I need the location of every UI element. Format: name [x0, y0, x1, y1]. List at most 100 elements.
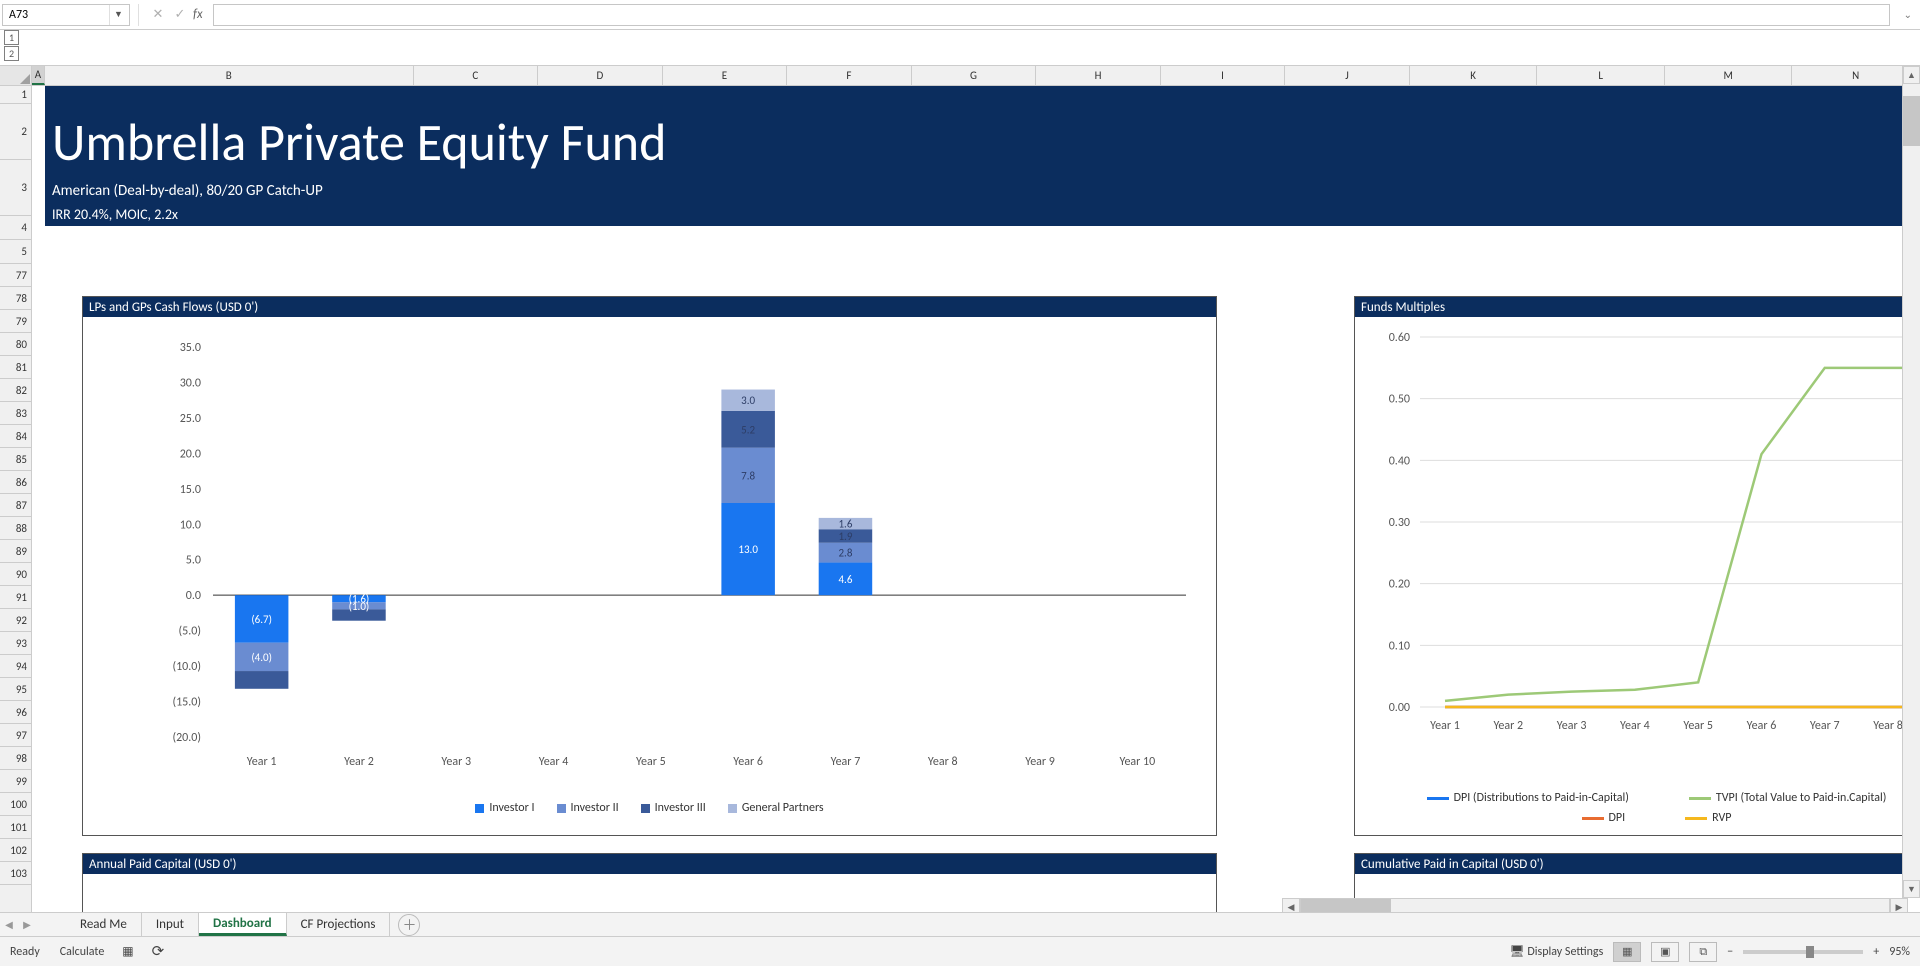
- svg-text:1.6: 1.6: [838, 518, 852, 531]
- macro-record-icon[interactable]: ▦: [122, 944, 133, 959]
- accessibility-icon[interactable]: ⟳: [152, 942, 165, 961]
- column-header-J[interactable]: J: [1285, 66, 1410, 85]
- outline-level-1[interactable]: 1: [4, 30, 19, 45]
- scroll-thumb[interactable]: [1903, 96, 1920, 146]
- row-header-91[interactable]: 91: [0, 586, 31, 609]
- panel-cash-flows[interactable]: LPs and GPs Cash Flows (USD 0') (20.0)(1…: [82, 296, 1217, 836]
- column-header-D[interactable]: D: [538, 66, 663, 85]
- svg-text:Year 5: Year 5: [636, 755, 666, 769]
- status-calculate[interactable]: Calculate: [60, 945, 105, 959]
- row-header-80[interactable]: 80: [0, 333, 31, 356]
- svg-text:(6.7): (6.7): [251, 613, 272, 626]
- legend-item: DPI (Distributions to Paid-in-Capital): [1427, 791, 1629, 805]
- fx-icon[interactable]: fx: [193, 7, 203, 22]
- add-sheet-button[interactable]: ＋: [398, 914, 420, 936]
- svg-text:0.50: 0.50: [1389, 393, 1410, 407]
- panel-funds-multiples[interactable]: Funds Multiples 0.000.100.200.300.400.50…: [1354, 296, 1920, 836]
- scroll-up-icon[interactable]: ▲: [1903, 66, 1920, 84]
- row-header-95[interactable]: 95: [0, 678, 31, 701]
- row-header-1[interactable]: 1: [0, 86, 31, 104]
- column-header-B[interactable]: B: [45, 66, 414, 85]
- row-header-102[interactable]: 102: [0, 839, 31, 862]
- row-header-94[interactable]: 94: [0, 655, 31, 678]
- column-header-L[interactable]: L: [1537, 66, 1665, 85]
- column-header-C[interactable]: C: [414, 66, 539, 85]
- row-header-4[interactable]: 4: [0, 216, 31, 240]
- column-header-F[interactable]: F: [787, 66, 912, 85]
- scroll-down-icon[interactable]: ▼: [1903, 880, 1920, 898]
- worksheet: 1234577787980818283848586878889909192939…: [0, 66, 1920, 932]
- svg-text:0.40: 0.40: [1389, 454, 1410, 468]
- row-header-83[interactable]: 83: [0, 402, 31, 425]
- row-header-90[interactable]: 90: [0, 563, 31, 586]
- column-header-G[interactable]: G: [912, 66, 1037, 85]
- svg-text:5.2: 5.2: [741, 423, 755, 436]
- svg-text:1.9: 1.9: [838, 530, 852, 543]
- view-normal-button[interactable]: ▦: [1613, 942, 1641, 962]
- row-header-85[interactable]: 85: [0, 448, 31, 471]
- row-header-88[interactable]: 88: [0, 517, 31, 540]
- vertical-scrollbar[interactable]: ▲ ▼: [1902, 66, 1920, 898]
- cash-flows-legend: Investor IInvestor IIInvestor IIIGeneral…: [83, 801, 1216, 815]
- column-header-A[interactable]: A: [32, 66, 45, 85]
- row-header-77[interactable]: 77: [0, 264, 31, 287]
- column-header-M[interactable]: M: [1665, 66, 1793, 85]
- select-all-corner[interactable]: [0, 66, 31, 86]
- row-header-96[interactable]: 96: [0, 701, 31, 724]
- column-header-H[interactable]: H: [1036, 66, 1161, 85]
- row-header-3[interactable]: 3: [0, 160, 31, 216]
- row-header-92[interactable]: 92: [0, 609, 31, 632]
- sheet-tab-read-me[interactable]: Read Me: [66, 913, 142, 936]
- zoom-level[interactable]: 95%: [1889, 945, 1910, 959]
- row-header-79[interactable]: 79: [0, 310, 31, 333]
- view-page-break-button[interactable]: ⧉: [1689, 942, 1717, 962]
- row-header-84[interactable]: 84: [0, 425, 31, 448]
- panel-annual-paid-capital[interactable]: Annual Paid Capital (USD 0'): [82, 853, 1217, 913]
- tab-nav-prev-icon[interactable]: ◀: [0, 918, 18, 931]
- row-header-99[interactable]: 99: [0, 770, 31, 793]
- multiples-chart: 0.000.100.200.300.400.500.60Year 1Year 2…: [1355, 317, 1920, 787]
- view-page-layout-button[interactable]: ▣: [1651, 942, 1679, 962]
- outline-level-2[interactable]: 2: [4, 46, 19, 61]
- svg-text:0.00: 0.00: [1389, 701, 1410, 715]
- panel-header: Annual Paid Capital (USD 0'): [83, 854, 1216, 874]
- row-header-93[interactable]: 93: [0, 632, 31, 655]
- sheet-tab-cf-projections[interactable]: CF Projections: [287, 913, 391, 936]
- cancel-icon: ✕: [147, 4, 169, 26]
- row-header-82[interactable]: 82: [0, 379, 31, 402]
- formula-input[interactable]: [213, 4, 1890, 26]
- row-header-97[interactable]: 97: [0, 724, 31, 747]
- row-header-101[interactable]: 101: [0, 816, 31, 839]
- display-settings-button[interactable]: 🖥 Display Settings: [1509, 944, 1603, 959]
- name-box-dropdown-icon[interactable]: ▼: [109, 5, 127, 25]
- column-header-I[interactable]: I: [1161, 66, 1286, 85]
- divider: [138, 4, 139, 26]
- name-box-wrap[interactable]: ▼: [2, 4, 130, 26]
- row-header-81[interactable]: 81: [0, 356, 31, 379]
- legend-item: RVP: [1685, 811, 1731, 825]
- svg-text:2.8: 2.8: [838, 547, 852, 560]
- name-box[interactable]: [3, 5, 109, 25]
- row-header-98[interactable]: 98: [0, 747, 31, 770]
- tab-nav-next-icon[interactable]: ▶: [18, 918, 36, 931]
- zoom-out-button[interactable]: −: [1727, 945, 1733, 959]
- zoom-in-button[interactable]: +: [1873, 945, 1879, 959]
- sheet-tab-dashboard[interactable]: Dashboard: [199, 913, 287, 936]
- row-header-103[interactable]: 103: [0, 862, 31, 885]
- row-header-2[interactable]: 2: [0, 104, 31, 160]
- row-header-89[interactable]: 89: [0, 540, 31, 563]
- row-header-100[interactable]: 100: [0, 793, 31, 816]
- expand-formula-bar-icon[interactable]: ⌄: [1904, 8, 1912, 21]
- sheet-tab-input[interactable]: Input: [142, 913, 199, 936]
- row-header-5[interactable]: 5: [0, 240, 31, 264]
- row-header-78[interactable]: 78: [0, 287, 31, 310]
- column-header-N[interactable]: N: [1792, 66, 1920, 85]
- svg-text:(20.0): (20.0): [172, 731, 201, 745]
- column-header-E[interactable]: E: [663, 66, 788, 85]
- confirm-icon: ✓: [169, 4, 191, 26]
- row-header-87[interactable]: 87: [0, 494, 31, 517]
- row-header-86[interactable]: 86: [0, 471, 31, 494]
- zoom-slider[interactable]: [1743, 950, 1863, 954]
- column-header-K[interactable]: K: [1410, 66, 1538, 85]
- fund-title: Umbrella Private Equity Fund: [52, 110, 666, 174]
